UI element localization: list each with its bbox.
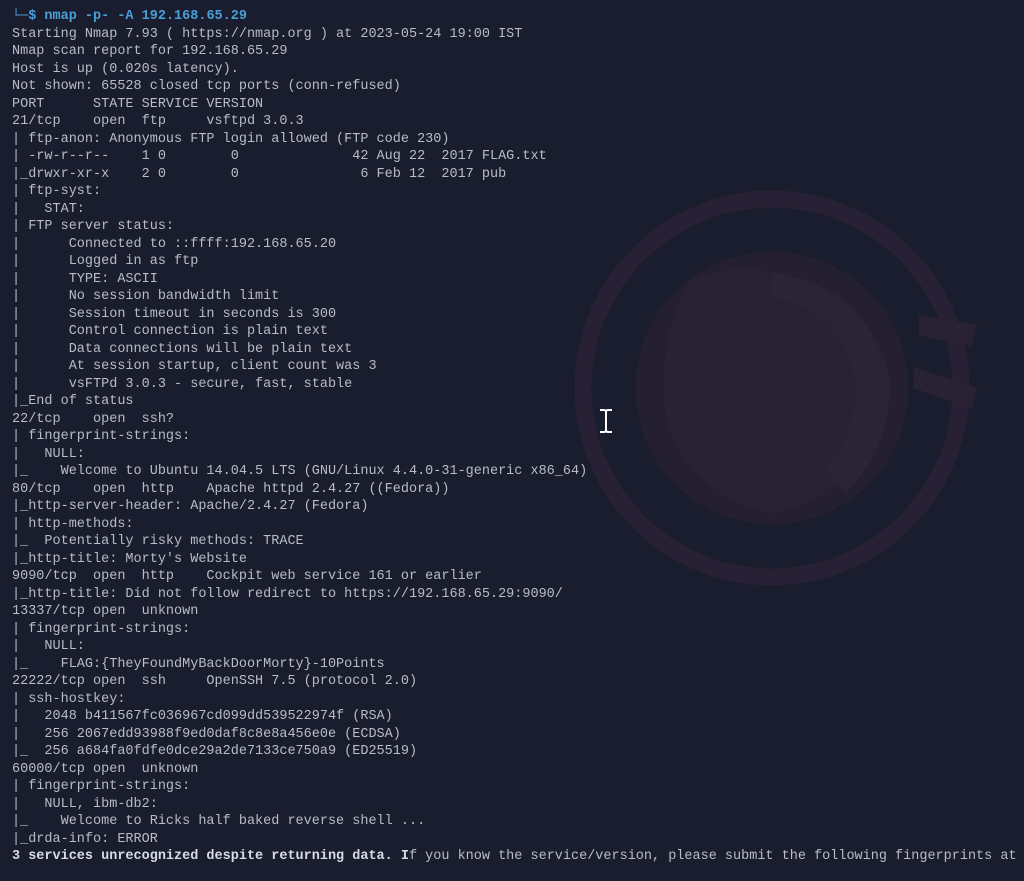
- output-line: | fingerprint-strings:: [12, 428, 1012, 446]
- output-line: 21/tcp open ftp vsftpd 3.0.3: [12, 113, 1012, 131]
- output-line: 22222/tcp open ssh OpenSSH 7.5 (protocol…: [12, 673, 1012, 691]
- output-line: |_ 256 a684fa0fdfe0dce29a2de7133ce750a9 …: [12, 743, 1012, 761]
- output-line: Not shown: 65528 closed tcp ports (conn-…: [12, 78, 1012, 96]
- output-line: 60000/tcp open unknown: [12, 761, 1012, 779]
- output-line: | fingerprint-strings:: [12, 778, 1012, 796]
- output-line: Host is up (0.020s latency).: [12, 61, 1012, 79]
- output-line: |_drda-info: ERROR: [12, 831, 1012, 849]
- output-line: |_ Welcome to Ubuntu 14.04.5 LTS (GNU/Li…: [12, 463, 1012, 481]
- output-line: 22/tcp open ssh?: [12, 411, 1012, 429]
- output-line: | 256 2067edd93988f9ed0daf8c8e8a456e0e (…: [12, 726, 1012, 744]
- output-line: | -rw-r--r-- 1 0 0 42 Aug 22 2017 FLAG.t…: [12, 148, 1012, 166]
- output-line: | TYPE: ASCII: [12, 271, 1012, 289]
- output-line: PORT STATE SERVICE VERSION: [12, 96, 1012, 114]
- output-line: | Session timeout in seconds is 300: [12, 306, 1012, 324]
- output-line: |_http-server-header: Apache/2.4.27 (Fed…: [12, 498, 1012, 516]
- output-line: | Connected to ::ffff:192.168.65.20: [12, 236, 1012, 254]
- output-line: Starting Nmap 7.93 ( https://nmap.org ) …: [12, 26, 1012, 44]
- output-line: |_ Welcome to Ricks half baked reverse s…: [12, 813, 1012, 831]
- output-line: |_http-title: Morty's Website: [12, 551, 1012, 569]
- output-line: | NULL:: [12, 638, 1012, 656]
- terminal-content[interactable]: └─$ nmap -p- -A 192.168.65.29 Starting N…: [12, 8, 1012, 866]
- output-line: 9090/tcp open http Cockpit web service 1…: [12, 568, 1012, 586]
- output-line: | STAT:: [12, 201, 1012, 219]
- output-line: | No session bandwidth limit: [12, 288, 1012, 306]
- output-line: 80/tcp open http Apache httpd 2.4.27 ((F…: [12, 481, 1012, 499]
- command-prompt-line: └─$ nmap -p- -A 192.168.65.29: [12, 8, 1012, 26]
- output-line: | ftp-syst:: [12, 183, 1012, 201]
- output-line: |_ FLAG:{TheyFoundMyBackDoorMorty}-10Poi…: [12, 656, 1012, 674]
- output-line: | Data connections will be plain text: [12, 341, 1012, 359]
- command-text: nmap -p- -A 192.168.65.29: [44, 9, 247, 24]
- output-line: |_ Potentially risky methods: TRACE: [12, 533, 1012, 551]
- output-line: 13337/tcp open unknown: [12, 603, 1012, 621]
- terminal-output: Starting Nmap 7.93 ( https://nmap.org ) …: [12, 26, 1012, 849]
- output-line: | Logged in as ftp: [12, 253, 1012, 271]
- output-line: |_http-title: Did not follow redirect to…: [12, 586, 1012, 604]
- prompt-symbol: └─$: [12, 9, 36, 24]
- output-line: | NULL, ibm-db2:: [12, 796, 1012, 814]
- output-line: | ssh-hostkey:: [12, 691, 1012, 709]
- output-line: | http-methods:: [12, 516, 1012, 534]
- output-line: | ftp-anon: Anonymous FTP login allowed …: [12, 131, 1012, 149]
- last-output-line: 3 services unrecognized despite returnin…: [12, 848, 1012, 866]
- output-line: |_drwxr-xr-x 2 0 0 6 Feb 12 2017 pub: [12, 166, 1012, 184]
- output-line: | fingerprint-strings:: [12, 621, 1012, 639]
- output-line: | At session startup, client count was 3: [12, 358, 1012, 376]
- output-line: | Control connection is plain text: [12, 323, 1012, 341]
- output-line: Nmap scan report for 192.168.65.29: [12, 43, 1012, 61]
- output-line: | 2048 b411567fc036967cd099dd539522974f …: [12, 708, 1012, 726]
- output-line: |_End of status: [12, 393, 1012, 411]
- output-line: | FTP server status:: [12, 218, 1012, 236]
- output-line: | vsFTPd 3.0.3 - secure, fast, stable: [12, 376, 1012, 394]
- output-line: | NULL:: [12, 446, 1012, 464]
